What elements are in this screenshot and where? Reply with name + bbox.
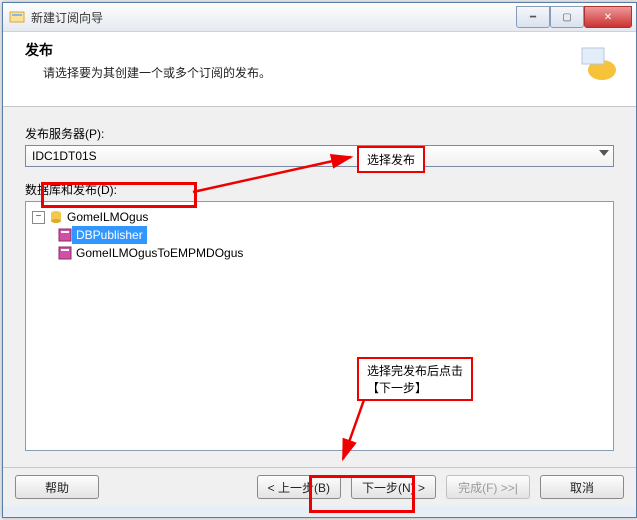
annotation-after-select: 选择完发布后点击 【下一步】 [357,357,473,401]
back-button-label: < 上一步(B) [268,479,330,496]
next-button[interactable]: 下一步(N) > [351,475,436,499]
help-button-label: 帮助 [45,479,69,496]
tree-item-label: DBPublisher [72,226,147,244]
publisher-server-value: IDC1DT01S [32,149,97,163]
header-graphic-icon [576,40,620,84]
close-button[interactable]: ✕ [584,6,632,28]
chevron-down-icon [599,150,609,156]
wizard-footer: 帮助 < 上一步(B) 下一步(N) > 完成(F) >>| 取消 [3,467,636,506]
titlebar: 新建订阅向导 ━ ▢ ✕ [3,3,636,32]
tree-item-label: GomeILMOgusToEMPMDOgus [76,244,243,262]
annotation-select-publication: 选择发布 [357,146,425,173]
cancel-button[interactable]: 取消 [540,475,624,499]
page-title: 发布 [25,40,618,60]
tree-root-label: GomeILMOgus [67,208,148,226]
window-controls: ━ ▢ ✕ [516,6,632,28]
finish-button-label: 完成(F) >>| [458,479,518,496]
next-button-label: 下一步(N) > [362,479,425,496]
back-button[interactable]: < 上一步(B) [257,475,341,499]
database-icon [49,210,63,224]
db-publications-label: 数据库和发布(D): [25,181,614,198]
collapse-icon[interactable]: − [32,211,45,224]
finish-button: 完成(F) >>| [446,475,530,499]
page-subtitle: 请选择要为其创建一个或多个订阅的发布。 [43,64,618,81]
publisher-server-dropdown[interactable]: IDC1DT01S [25,145,614,167]
wizard-header: 发布 请选择要为其创建一个或多个订阅的发布。 [3,32,636,107]
publications-tree[interactable]: − GomeILMOgus DBPublisher GomeILMOgusToE… [25,201,614,451]
publication-icon [58,246,72,260]
window-title: 新建订阅向导 [31,9,516,26]
wizard-content: 发布服务器(P): IDC1DT01S 数据库和发布(D): − GomeILM… [3,107,636,467]
minimize-button[interactable]: ━ [516,6,550,28]
publication-icon [58,228,72,242]
tree-root-node[interactable]: − GomeILMOgus [32,208,607,226]
app-icon [9,9,25,25]
help-button[interactable]: 帮助 [15,475,99,499]
tree-item-selected[interactable]: DBPublisher [58,226,607,244]
wizard-window: 新建订阅向导 ━ ▢ ✕ 发布 请选择要为其创建一个或多个订阅的发布。 发布服务… [2,2,637,518]
publisher-server-label: 发布服务器(P): [25,125,614,142]
maximize-button[interactable]: ▢ [550,6,584,28]
cancel-button-label: 取消 [570,479,594,496]
tree-item[interactable]: GomeILMOgusToEMPMDOgus [58,244,607,262]
